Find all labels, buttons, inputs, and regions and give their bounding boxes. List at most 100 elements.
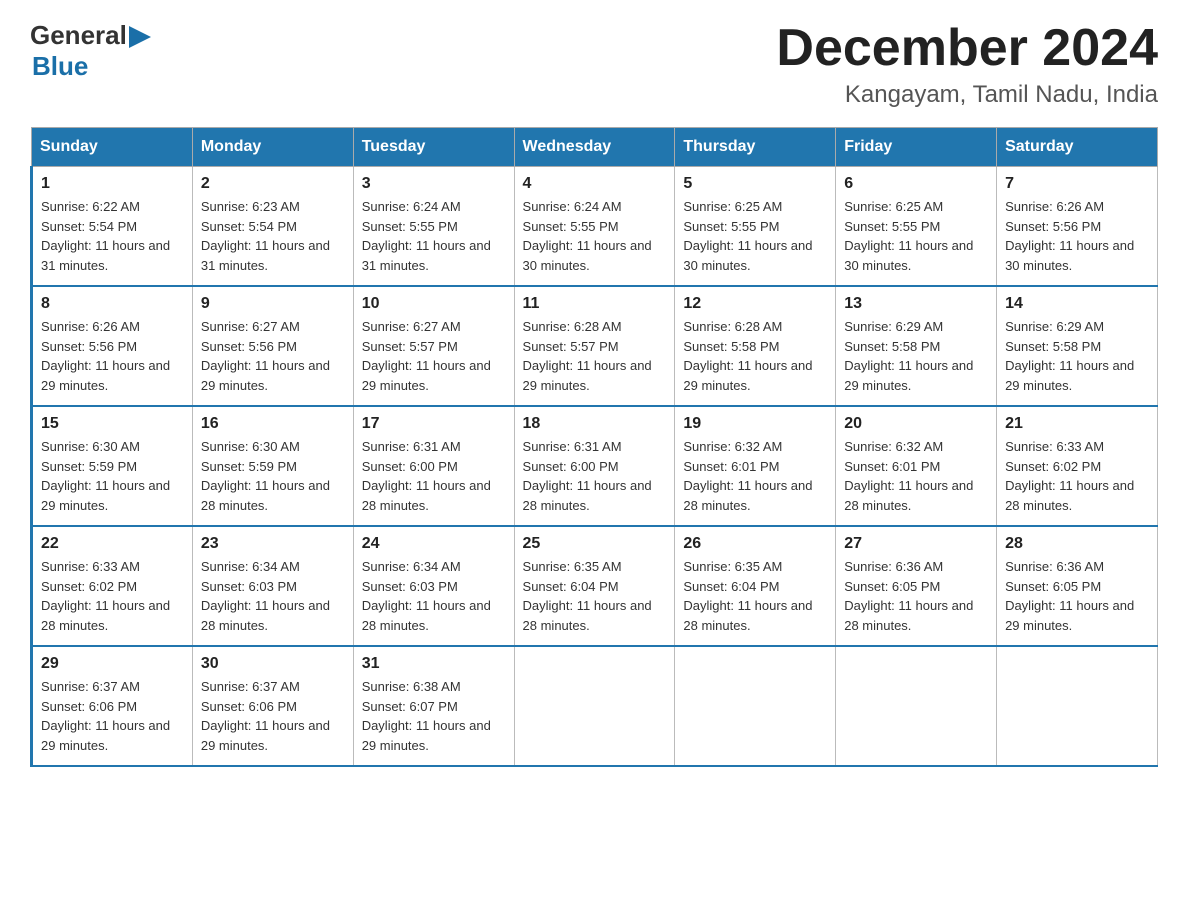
day-number: 10 bbox=[362, 295, 506, 313]
logo-general-text: General bbox=[30, 20, 127, 51]
calendar-cell bbox=[514, 646, 675, 766]
day-info: Sunrise: 6:24 AMSunset: 5:55 PMDaylight:… bbox=[362, 199, 491, 273]
day-info: Sunrise: 6:34 AMSunset: 6:03 PMDaylight:… bbox=[362, 559, 491, 633]
header: General Blue December 2024 Kangayam, Tam… bbox=[30, 20, 1158, 109]
calendar-cell: 30 Sunrise: 6:37 AMSunset: 6:06 PMDaylig… bbox=[192, 646, 353, 766]
calendar-week-row: 22 Sunrise: 6:33 AMSunset: 6:02 PMDaylig… bbox=[32, 526, 1158, 646]
calendar-cell: 22 Sunrise: 6:33 AMSunset: 6:02 PMDaylig… bbox=[32, 526, 193, 646]
calendar-cell: 31 Sunrise: 6:38 AMSunset: 6:07 PMDaylig… bbox=[353, 646, 514, 766]
day-info: Sunrise: 6:25 AMSunset: 5:55 PMDaylight:… bbox=[844, 199, 973, 273]
calendar-cell: 16 Sunrise: 6:30 AMSunset: 5:59 PMDaylig… bbox=[192, 406, 353, 526]
calendar-cell: 2 Sunrise: 6:23 AMSunset: 5:54 PMDayligh… bbox=[192, 167, 353, 287]
day-number: 17 bbox=[362, 415, 506, 433]
day-number: 24 bbox=[362, 535, 506, 553]
day-info: Sunrise: 6:26 AMSunset: 5:56 PMDaylight:… bbox=[41, 319, 170, 393]
calendar-table: SundayMondayTuesdayWednesdayThursdayFrid… bbox=[30, 127, 1158, 767]
day-number: 14 bbox=[1005, 295, 1149, 313]
day-info: Sunrise: 6:29 AMSunset: 5:58 PMDaylight:… bbox=[1005, 319, 1134, 393]
calendar-cell: 1 Sunrise: 6:22 AMSunset: 5:54 PMDayligh… bbox=[32, 167, 193, 287]
calendar-cell: 4 Sunrise: 6:24 AMSunset: 5:55 PMDayligh… bbox=[514, 167, 675, 287]
calendar-cell: 28 Sunrise: 6:36 AMSunset: 6:05 PMDaylig… bbox=[997, 526, 1158, 646]
day-number: 3 bbox=[362, 175, 506, 193]
day-number: 6 bbox=[844, 175, 988, 193]
day-info: Sunrise: 6:24 AMSunset: 5:55 PMDaylight:… bbox=[523, 199, 652, 273]
day-info: Sunrise: 6:29 AMSunset: 5:58 PMDaylight:… bbox=[844, 319, 973, 393]
calendar-cell bbox=[997, 646, 1158, 766]
calendar-cell: 3 Sunrise: 6:24 AMSunset: 5:55 PMDayligh… bbox=[353, 167, 514, 287]
day-number: 27 bbox=[844, 535, 988, 553]
day-number: 25 bbox=[523, 535, 667, 553]
calendar-cell: 8 Sunrise: 6:26 AMSunset: 5:56 PMDayligh… bbox=[32, 286, 193, 406]
day-number: 22 bbox=[41, 535, 184, 553]
day-info: Sunrise: 6:27 AMSunset: 5:56 PMDaylight:… bbox=[201, 319, 330, 393]
column-header-friday: Friday bbox=[836, 128, 997, 167]
day-info: Sunrise: 6:37 AMSunset: 6:06 PMDaylight:… bbox=[41, 679, 170, 753]
day-info: Sunrise: 6:35 AMSunset: 6:04 PMDaylight:… bbox=[523, 559, 652, 633]
day-info: Sunrise: 6:31 AMSunset: 6:00 PMDaylight:… bbox=[362, 439, 491, 513]
day-number: 9 bbox=[201, 295, 345, 313]
day-info: Sunrise: 6:32 AMSunset: 6:01 PMDaylight:… bbox=[844, 439, 973, 513]
calendar-week-row: 1 Sunrise: 6:22 AMSunset: 5:54 PMDayligh… bbox=[32, 167, 1158, 287]
calendar-cell: 20 Sunrise: 6:32 AMSunset: 6:01 PMDaylig… bbox=[836, 406, 997, 526]
logo: General Blue bbox=[30, 20, 151, 82]
column-header-monday: Monday bbox=[192, 128, 353, 167]
calendar-cell: 9 Sunrise: 6:27 AMSunset: 5:56 PMDayligh… bbox=[192, 286, 353, 406]
day-number: 1 bbox=[41, 175, 184, 193]
day-info: Sunrise: 6:22 AMSunset: 5:54 PMDaylight:… bbox=[41, 199, 170, 273]
day-info: Sunrise: 6:30 AMSunset: 5:59 PMDaylight:… bbox=[41, 439, 170, 513]
column-header-saturday: Saturday bbox=[997, 128, 1158, 167]
day-info: Sunrise: 6:25 AMSunset: 5:55 PMDaylight:… bbox=[683, 199, 812, 273]
calendar-week-row: 29 Sunrise: 6:37 AMSunset: 6:06 PMDaylig… bbox=[32, 646, 1158, 766]
calendar-cell: 24 Sunrise: 6:34 AMSunset: 6:03 PMDaylig… bbox=[353, 526, 514, 646]
day-number: 20 bbox=[844, 415, 988, 433]
day-number: 29 bbox=[41, 655, 184, 673]
day-number: 23 bbox=[201, 535, 345, 553]
calendar-cell: 18 Sunrise: 6:31 AMSunset: 6:00 PMDaylig… bbox=[514, 406, 675, 526]
calendar-cell: 6 Sunrise: 6:25 AMSunset: 5:55 PMDayligh… bbox=[836, 167, 997, 287]
calendar-week-row: 15 Sunrise: 6:30 AMSunset: 5:59 PMDaylig… bbox=[32, 406, 1158, 526]
column-header-tuesday: Tuesday bbox=[353, 128, 514, 167]
day-info: Sunrise: 6:33 AMSunset: 6:02 PMDaylight:… bbox=[1005, 439, 1134, 513]
day-number: 19 bbox=[683, 415, 827, 433]
calendar-cell: 13 Sunrise: 6:29 AMSunset: 5:58 PMDaylig… bbox=[836, 286, 997, 406]
calendar-cell: 15 Sunrise: 6:30 AMSunset: 5:59 PMDaylig… bbox=[32, 406, 193, 526]
day-number: 4 bbox=[523, 175, 667, 193]
day-info: Sunrise: 6:34 AMSunset: 6:03 PMDaylight:… bbox=[201, 559, 330, 633]
day-number: 15 bbox=[41, 415, 184, 433]
calendar-cell: 21 Sunrise: 6:33 AMSunset: 6:02 PMDaylig… bbox=[997, 406, 1158, 526]
day-number: 7 bbox=[1005, 175, 1149, 193]
calendar-cell: 11 Sunrise: 6:28 AMSunset: 5:57 PMDaylig… bbox=[514, 286, 675, 406]
day-info: Sunrise: 6:37 AMSunset: 6:06 PMDaylight:… bbox=[201, 679, 330, 753]
day-info: Sunrise: 6:38 AMSunset: 6:07 PMDaylight:… bbox=[362, 679, 491, 753]
column-header-thursday: Thursday bbox=[675, 128, 836, 167]
calendar-cell: 23 Sunrise: 6:34 AMSunset: 6:03 PMDaylig… bbox=[192, 526, 353, 646]
day-number: 8 bbox=[41, 295, 184, 313]
calendar-cell: 29 Sunrise: 6:37 AMSunset: 6:06 PMDaylig… bbox=[32, 646, 193, 766]
calendar-cell: 7 Sunrise: 6:26 AMSunset: 5:56 PMDayligh… bbox=[997, 167, 1158, 287]
calendar-cell: 14 Sunrise: 6:29 AMSunset: 5:58 PMDaylig… bbox=[997, 286, 1158, 406]
day-info: Sunrise: 6:33 AMSunset: 6:02 PMDaylight:… bbox=[41, 559, 170, 633]
calendar-cell: 10 Sunrise: 6:27 AMSunset: 5:57 PMDaylig… bbox=[353, 286, 514, 406]
day-info: Sunrise: 6:26 AMSunset: 5:56 PMDaylight:… bbox=[1005, 199, 1134, 273]
logo-arrow-icon bbox=[129, 26, 151, 48]
calendar-cell bbox=[836, 646, 997, 766]
calendar-cell: 26 Sunrise: 6:35 AMSunset: 6:04 PMDaylig… bbox=[675, 526, 836, 646]
day-info: Sunrise: 6:28 AMSunset: 5:58 PMDaylight:… bbox=[683, 319, 812, 393]
calendar-cell: 25 Sunrise: 6:35 AMSunset: 6:04 PMDaylig… bbox=[514, 526, 675, 646]
title-area: December 2024 Kangayam, Tamil Nadu, Indi… bbox=[776, 20, 1158, 109]
day-number: 16 bbox=[201, 415, 345, 433]
day-number: 30 bbox=[201, 655, 345, 673]
calendar-cell: 17 Sunrise: 6:31 AMSunset: 6:00 PMDaylig… bbox=[353, 406, 514, 526]
calendar-week-row: 8 Sunrise: 6:26 AMSunset: 5:56 PMDayligh… bbox=[32, 286, 1158, 406]
day-number: 5 bbox=[683, 175, 827, 193]
calendar-header-row: SundayMondayTuesdayWednesdayThursdayFrid… bbox=[32, 128, 1158, 167]
day-number: 11 bbox=[523, 295, 667, 313]
day-number: 12 bbox=[683, 295, 827, 313]
day-number: 2 bbox=[201, 175, 345, 193]
logo-blue-text: Blue bbox=[32, 51, 88, 82]
column-header-sunday: Sunday bbox=[32, 128, 193, 167]
calendar-cell: 12 Sunrise: 6:28 AMSunset: 5:58 PMDaylig… bbox=[675, 286, 836, 406]
calendar-cell: 5 Sunrise: 6:25 AMSunset: 5:55 PMDayligh… bbox=[675, 167, 836, 287]
day-number: 28 bbox=[1005, 535, 1149, 553]
day-number: 21 bbox=[1005, 415, 1149, 433]
